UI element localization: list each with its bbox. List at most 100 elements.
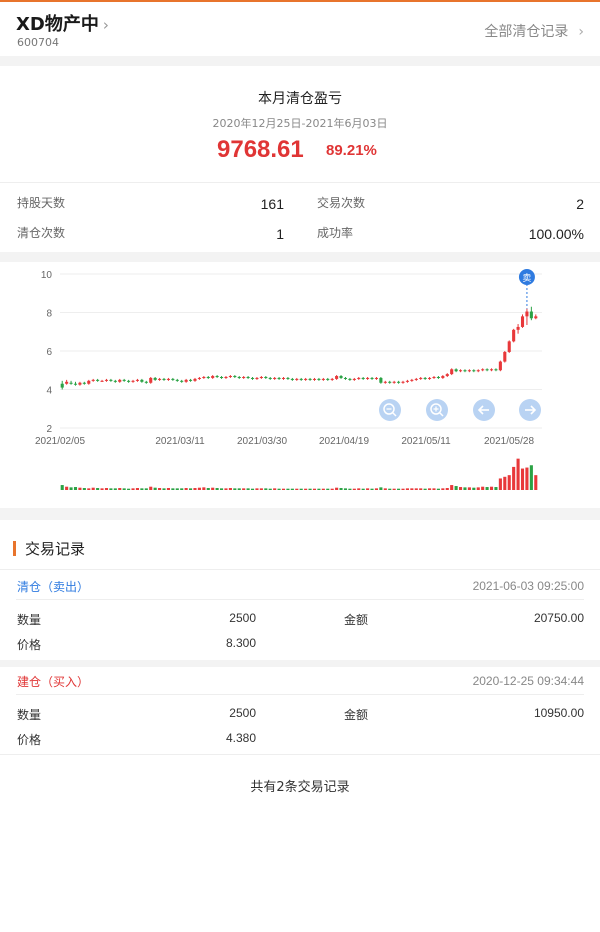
candle-body: [78, 382, 82, 385]
volume-bar: [357, 488, 361, 490]
trade-count-value: 2: [576, 196, 584, 212]
success-rate-label: 成功率: [317, 226, 354, 240]
candle-body: [100, 380, 104, 382]
candle-body: [299, 378, 303, 380]
price-value: 4.380: [225, 731, 256, 745]
candle-body: [445, 374, 449, 377]
volume-bar: [69, 487, 73, 490]
summary-date-range: 2020年12月25日-2021年6月03日: [212, 117, 388, 130]
candle-body: [383, 381, 387, 383]
x-tick-label: 2021/02/05: [35, 436, 85, 447]
volume-bar: [428, 488, 432, 490]
clear-count-value: 1: [276, 226, 284, 242]
volume-bar: [153, 487, 157, 490]
record-time: 2021-06-03 09:25:00: [472, 579, 584, 593]
sell-marker-label: 卖: [522, 273, 531, 284]
all-records-label: 全部清仓记录: [484, 24, 569, 40]
price-label: 价格: [17, 733, 42, 747]
candle-body: [91, 379, 95, 381]
candle-body: [171, 378, 175, 380]
volume-bar: [228, 488, 232, 490]
kline-chart[interactable]: 10 8 6 4 22021/02/05 2021/03/11 2021/03/30 2021…: [0, 262, 600, 508]
volume-bar: [467, 487, 471, 490]
candle-body: [158, 378, 162, 380]
volume-bar: [534, 475, 538, 490]
volume-bar: [397, 488, 401, 490]
candle-body: [180, 380, 184, 382]
qty-value: 2500: [229, 706, 256, 720]
volume-bar: [330, 488, 334, 490]
arrow-right-icon[interactable]: [519, 399, 541, 421]
candle-body: [277, 377, 281, 379]
profit-percent: 89.21%: [326, 142, 377, 159]
volume-bar: [476, 487, 480, 490]
candle-body: [228, 376, 232, 378]
volume-bar: [277, 488, 281, 490]
volume-bar: [379, 487, 383, 490]
amount-label: 金额: [344, 708, 369, 722]
candle-body: [246, 376, 250, 378]
candle-body: [343, 377, 348, 379]
volume-bar: [410, 488, 414, 490]
kline-chart-panel[interactable]: 10 8 6 4 2 2021/02/05 2021/03/11 2021/03/30 2021…: [0, 262, 600, 508]
candle-body: [414, 378, 418, 380]
candle-body: [498, 361, 502, 371]
volume-bar: [259, 488, 263, 490]
candle-body: [432, 376, 436, 378]
candle-body: [401, 381, 405, 383]
candle-body: [357, 377, 361, 379]
volume-bar: [414, 488, 418, 490]
candle-body: [317, 378, 321, 380]
candle-body: [193, 378, 197, 381]
volume-bar: [472, 487, 476, 490]
candle-body: [82, 382, 86, 384]
volume-bar: [118, 488, 122, 490]
volume-bar: [401, 488, 405, 490]
candle-body: [321, 378, 325, 380]
candle-body: [379, 377, 383, 383]
clear-count-label: 清仓次数: [17, 226, 66, 240]
volume-bar: [215, 488, 219, 490]
candle-body: [454, 369, 458, 372]
x-tick-label: 2021/05/28: [484, 436, 534, 447]
volume-bar: [127, 488, 131, 490]
candle-body: [109, 379, 113, 381]
volume-bar: [392, 488, 396, 490]
stock-name: XD物产中: [16, 14, 99, 35]
volume-bar: [273, 488, 277, 490]
candle-body: [489, 369, 494, 371]
volume-bar: [149, 486, 153, 490]
volume-bar: [366, 488, 370, 490]
stock-code: 600704: [17, 36, 59, 49]
volume-bar: [135, 488, 140, 490]
candle-body: [153, 377, 157, 380]
amount-value: 10950.00: [533, 706, 584, 720]
candle-body: [65, 381, 69, 384]
y-tick-label: 6: [46, 347, 52, 358]
volume-bar: [189, 488, 193, 490]
volume-bar: [233, 488, 237, 490]
volume-bar: [286, 488, 290, 490]
volume-bar: [100, 488, 104, 490]
volume-bar: [144, 488, 148, 490]
zoom-in-icon[interactable]: [426, 399, 448, 421]
volume-bar: [507, 475, 511, 490]
volume-bar: [308, 488, 312, 490]
volume-bar: [202, 487, 206, 490]
volume-bar: [361, 488, 365, 490]
all-clearance-records-link[interactable]: 全部清仓记录 ›: [484, 21, 584, 41]
candle-body: [520, 316, 525, 327]
candle-body: [202, 376, 206, 378]
volume-bar: [281, 488, 286, 490]
candle-body: [428, 377, 432, 379]
arrow-left-icon[interactable]: [473, 399, 495, 421]
candle-body: [73, 383, 78, 385]
zoom-out-icon[interactable]: [379, 399, 401, 421]
volume-bar: [339, 488, 343, 490]
candle-body: [113, 380, 117, 382]
candle-body: [370, 377, 374, 379]
candle-body: [264, 376, 268, 378]
record-type-sell: 清仓（卖出）: [17, 580, 90, 594]
volume-bar: [140, 488, 144, 490]
stock-name-link[interactable]: XD物产中 ›: [16, 10, 109, 36]
